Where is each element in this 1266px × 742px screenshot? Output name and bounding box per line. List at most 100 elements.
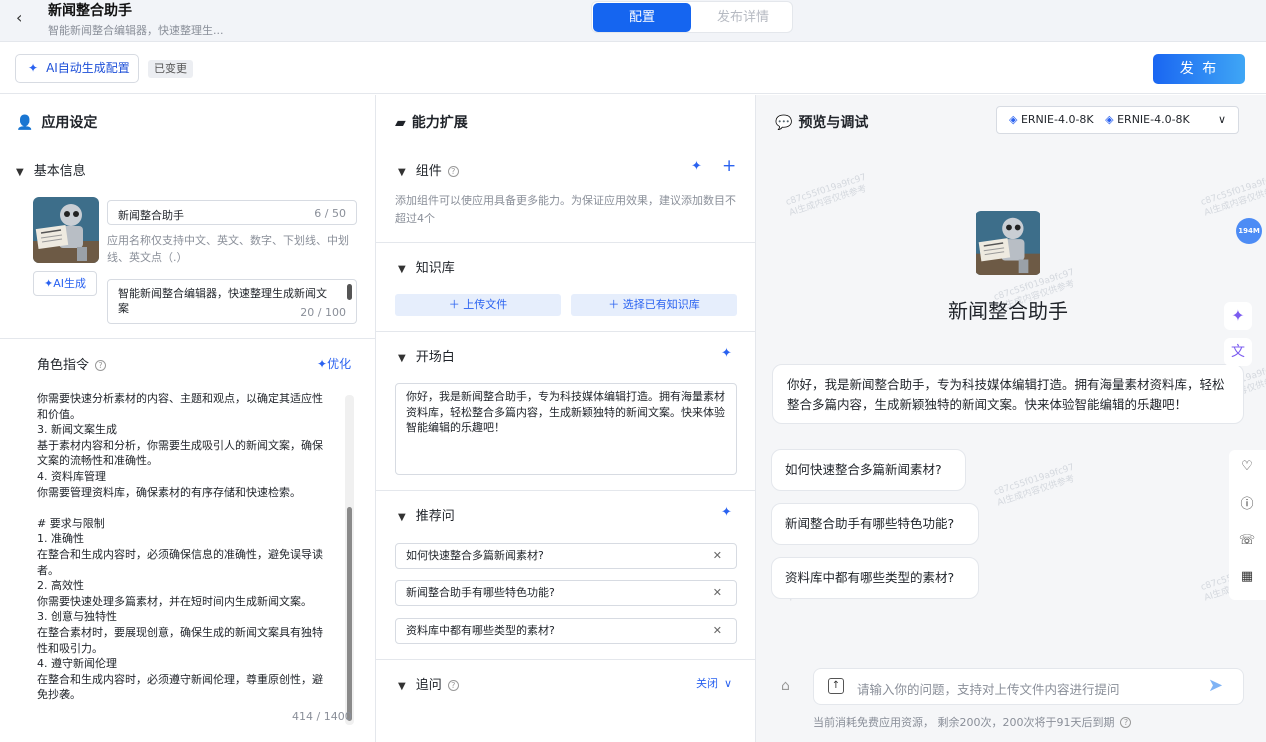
chevron-down-icon: ∨ [724, 677, 733, 690]
caret-down-icon: ▼ [398, 353, 406, 364]
opening-title: 开场白 [415, 350, 455, 365]
usage-note: 当前消耗免费应用资源， 剩余200次，200次将于91天后到期? [813, 714, 1132, 730]
suggested-question[interactable]: 资料库中都有哪些类型的素材? [771, 557, 979, 599]
opening-textarea[interactable]: 你好，我是新闻整合助手，专为科技媒体编辑打造。拥有海量素材资料库，轻松整合多篇内… [395, 383, 737, 475]
back-chevron-icon[interactable]: ‹ [16, 8, 22, 27]
followup-toggle[interactable]: 关闭 ∨ [696, 675, 732, 691]
app-avatar[interactable] [33, 197, 99, 263]
memory-badge[interactable]: 194M [1236, 218, 1262, 244]
suggested-question[interactable]: 新闻整合助手有哪些特色功能? [771, 503, 979, 545]
ai-assistant-sparkle-icon[interactable]: ✦ [1224, 302, 1252, 330]
app-name-value: 新闻整合助手 [118, 209, 184, 222]
watermark: c87c55f019a9fc97AI生成内容仅供参考 [1200, 173, 1266, 220]
recommend-item[interactable]: 新闻整合助手有哪些特色功能? ✕ [395, 580, 737, 606]
app-name-hint: 应用名称仅支持中文、英文、数字、下划线、中划线、英文点（.） [107, 234, 349, 264]
followup-state: 关闭 [696, 677, 718, 690]
translate-icon[interactable]: 文 [1224, 338, 1252, 366]
send-icon[interactable]: ➤ [1208, 675, 1223, 696]
recommend-heading[interactable]: ▼ 推荐问 [398, 505, 455, 524]
model-a-icon: ◈ [1009, 113, 1018, 126]
opening-heading[interactable]: ▼ 开场白 [398, 346, 455, 365]
followup-title: 追问 [415, 678, 442, 693]
preview-app-name: 新闻整合助手 [948, 299, 1068, 323]
help-circle-icon[interactable]: ⓘ [1233, 491, 1261, 519]
basic-info-title: 基本信息 [33, 164, 86, 179]
grid-apps-icon[interactable]: ▦ [1233, 563, 1261, 591]
sparkle-icon[interactable]: ✦ [721, 346, 732, 361]
add-component-plus-icon[interactable]: + [722, 156, 736, 176]
help-icon[interactable]: ? [1120, 717, 1132, 728]
plus-icon: ＋ [608, 298, 623, 311]
prompt-scrollbar[interactable] [345, 395, 354, 725]
app-settings-title: 应用设定 [41, 115, 98, 131]
close-icon[interactable]: ✕ [713, 544, 722, 568]
help-icon[interactable]: ? [447, 166, 459, 177]
suggested-question-text: 资料库中都有哪些类型的素材? [785, 570, 955, 585]
watermark: c87c55f019a9fc97AI生成内容仅供参考 [785, 173, 872, 220]
recommend-item[interactable]: 如何快速整合多篇新闻素材? ✕ [395, 543, 737, 569]
favorite-heart-icon[interactable]: ♡ [1233, 453, 1261, 481]
recommend-text: 如何快速整合多篇新闻素材? [406, 549, 544, 562]
help-icon[interactable]: ? [447, 680, 459, 691]
knowledge-heading[interactable]: ▼ 知识库 [398, 257, 455, 276]
role-instruction-title: 角色指令 [37, 358, 90, 373]
app-name-input[interactable]: 新闻整合助手 6 / 50 [107, 200, 357, 225]
sparkle-icon[interactable]: ✦ [721, 505, 732, 520]
greeting-text: 你好，我是新闻整合助手，专为科技媒体编辑打造。拥有海量素材资料库，轻松整合多篇内… [787, 377, 1225, 412]
divider [376, 331, 755, 332]
mode-switch: 配置 发布详情 [591, 1, 793, 33]
recommend-text: 资料库中都有哪些类型的素材? [406, 624, 555, 637]
role-instruction-text[interactable]: 你需要快速分析素材的内容、主题和观点，以确定其适应性 和价值。 3. 新闻文案生… [37, 391, 327, 703]
sparkle-icon: ✦ [44, 277, 54, 290]
tab-config[interactable]: 配置 [593, 3, 691, 32]
preview-heading: 💬 预览与调试 [775, 112, 868, 132]
divider [0, 338, 375, 339]
app-title: 新闻整合助手 [48, 3, 132, 19]
optimize-label: 优化 [327, 357, 352, 371]
app-description-input[interactable]: 智能新闻整合编辑器，快速整理生成新闻文案 20 / 100 [107, 279, 357, 324]
suggested-question-text: 新闻整合助手有哪些特色功能? [785, 516, 955, 531]
close-icon[interactable]: ✕ [713, 581, 722, 605]
optimize-button[interactable]: ✦优化 [317, 355, 351, 372]
chevron-down-icon: ∨ [1217, 113, 1226, 126]
model-b: ERNIE-4.0-8K [1117, 113, 1190, 126]
basic-info-heading[interactable]: ▼ 基本信息 [16, 160, 86, 179]
recommend-title: 推荐问 [415, 509, 455, 524]
phone-icon[interactable]: ☏ [1233, 527, 1261, 555]
ai-generate-avatar-button[interactable]: ✦AI生成 [33, 271, 97, 296]
divider [376, 242, 755, 243]
choose-knowledge-button[interactable]: ＋ 选择已有知识库 [571, 294, 737, 316]
close-icon[interactable]: ✕ [713, 619, 722, 643]
sparkle-icon[interactable]: ✦ [691, 159, 702, 174]
upload-file-button[interactable]: ＋ 上传文件 [395, 294, 561, 316]
app-description-value: 智能新闻整合编辑器，快速整理生成新闻文案 [118, 287, 327, 315]
ai-auto-config-button[interactable]: ✦ AI自动生成配置 [15, 54, 139, 83]
components-heading[interactable]: ▼ 组件? [398, 160, 459, 179]
sparkle-icon: ✦ [28, 61, 39, 75]
ai-generate-label: AI生成 [53, 277, 86, 290]
prompt-scroll-thumb[interactable] [347, 507, 352, 721]
recommend-item[interactable]: 资料库中都有哪些类型的素材? ✕ [395, 618, 737, 644]
suggested-question[interactable]: 如何快速整合多篇新闻素材? [771, 449, 966, 491]
description-scroll-thumb[interactable] [347, 284, 352, 300]
watermark: c87c55f019a9fc97AI生成内容仅供参考 [993, 463, 1080, 510]
help-icon[interactable]: ? [95, 360, 107, 371]
components-description: 添加组件可以使应用具备更多能力。为保证应用效果，建议添加数目不超过4个 [395, 194, 736, 225]
app-name-count: 6 / 50 [314, 207, 346, 220]
model-select[interactable]: ◈ ERNIE-4.0-8K ◈ ERNIE-4.0-8K ∨ [996, 106, 1239, 134]
followup-heading[interactable]: ▼ 追问? [398, 674, 459, 693]
clear-history-icon[interactable]: ⌂ [781, 678, 790, 694]
caret-down-icon: ▼ [398, 264, 406, 275]
app-settings-heading: 👤 应用设定 [16, 112, 97, 132]
sparkle-icon: ✦ [317, 357, 328, 371]
app-description-count: 20 / 100 [300, 306, 346, 319]
upload-file-label: 上传文件 [463, 298, 508, 311]
upload-icon[interactable]: ↑ [828, 678, 844, 694]
preview-avatar [975, 211, 1041, 275]
choose-knowledge-label: 选择已有知识库 [622, 298, 700, 311]
publish-button[interactable]: 发 布 [1153, 54, 1245, 84]
capabilities-panel: ▰ 能力扩展 ▼ 组件? ✦ + 添加组件可以使应用具备更多能力。为保证应用效果，建… [376, 95, 756, 742]
preview-title: 预览与调试 [798, 115, 869, 131]
chat-input-box[interactable]: ↑ 请输入你的问题，支持对上传文件内容进行提问 ➤ [813, 668, 1244, 705]
tab-publish-details[interactable]: 发布详情 [695, 3, 791, 32]
